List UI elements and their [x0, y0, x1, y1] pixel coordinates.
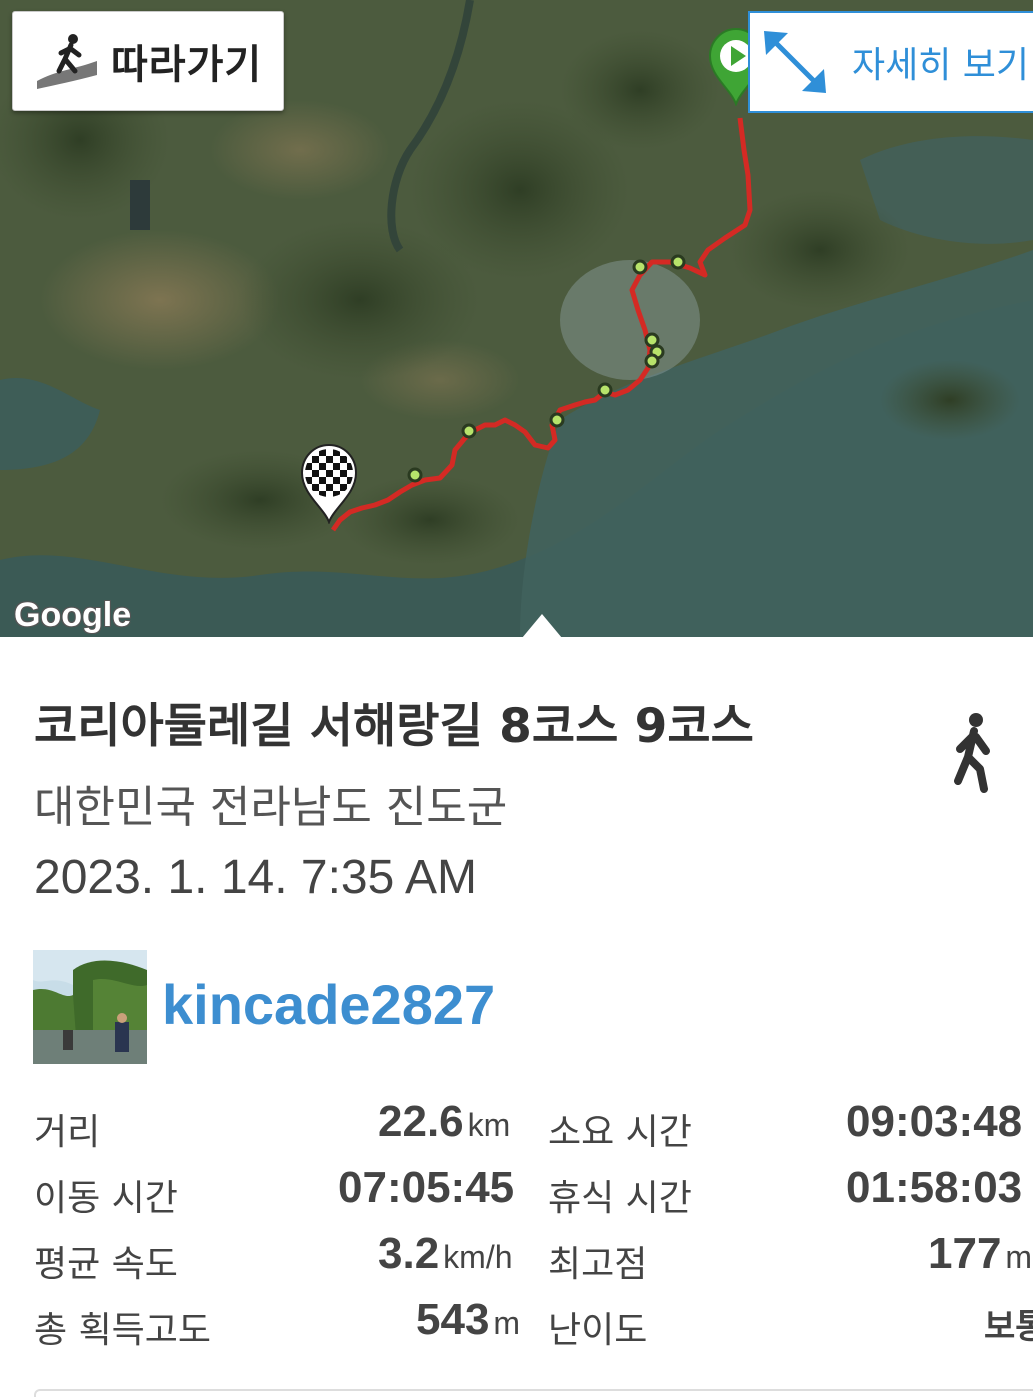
follow-label: 따라가기 — [111, 42, 263, 88]
user-avatar[interactable] — [33, 950, 147, 1064]
moving-time-value: 07:05:45 — [338, 1163, 515, 1212]
next-card-edge — [34, 1389, 1033, 1397]
finish-flag-marker-icon[interactable] — [298, 442, 360, 524]
follow-walker-icon — [37, 34, 97, 89]
avg-speed-value: 3.2 km/h — [378, 1229, 513, 1278]
walking-person-icon — [954, 713, 990, 793]
moving-time-label: 이동 시간 — [34, 1178, 178, 1219]
trail-info-panel: 코리아둘레길 서해랑길 8코스 9코스 대한민국 전라남도 진도군 2023. … — [0, 637, 1033, 1399]
difficulty-label: 난이도 — [548, 1310, 648, 1351]
max-elevation-label: 최고점 — [548, 1244, 648, 1285]
distance-label: 거리 — [34, 1112, 101, 1153]
total-time-value: 09:03:48 — [846, 1097, 1023, 1146]
info-pointer — [522, 614, 562, 638]
view-details-button[interactable]: 자세히 보기 — [748, 11, 1033, 113]
total-ascent-label: 총 획득고도 — [34, 1310, 212, 1351]
expand-arrows-icon — [764, 31, 826, 93]
stats-row: 평균 속도 3.2 km/h 최고점 177 m — [0, 1229, 1033, 1295]
total-ascent-value: 543 m — [416, 1295, 521, 1344]
stats-row: 이동 시간 07:05:45 휴식 시간 01:58:03 — [0, 1163, 1033, 1229]
stats-row: 거리 22.6 km 소요 시간 09:03:48 — [0, 1097, 1033, 1163]
trail-title: 코리아둘레길 서해랑길 8코스 9코스 — [34, 699, 754, 754]
google-logo: Google — [14, 596, 132, 634]
difficulty-value: 보통 — [984, 1308, 1033, 1346]
follow-button[interactable]: 따라가기 — [12, 11, 284, 111]
rest-time-label: 휴식 시간 — [548, 1178, 692, 1219]
total-time-label: 소요 시간 — [548, 1112, 692, 1153]
trail-datetime: 2023. 1. 14. 7:35 AM — [34, 851, 477, 904]
trail-location: 대한민국 전라남도 진도군 — [34, 782, 508, 833]
distance-value: 22.6 km — [378, 1097, 511, 1146]
map-view[interactable]: 따라가기 자세히 보기 Google — [0, 0, 1033, 637]
username-link[interactable]: kincade2827 — [162, 972, 495, 1037]
avg-speed-label: 평균 속도 — [34, 1244, 178, 1285]
max-elevation-value: 177 m — [928, 1229, 1033, 1278]
view-details-label: 자세히 보기 — [852, 45, 1030, 86]
rest-time-value: 01:58:03 — [846, 1163, 1023, 1212]
stats-row: 총 획득고도 543 m 난이도 보통 — [0, 1295, 1033, 1361]
